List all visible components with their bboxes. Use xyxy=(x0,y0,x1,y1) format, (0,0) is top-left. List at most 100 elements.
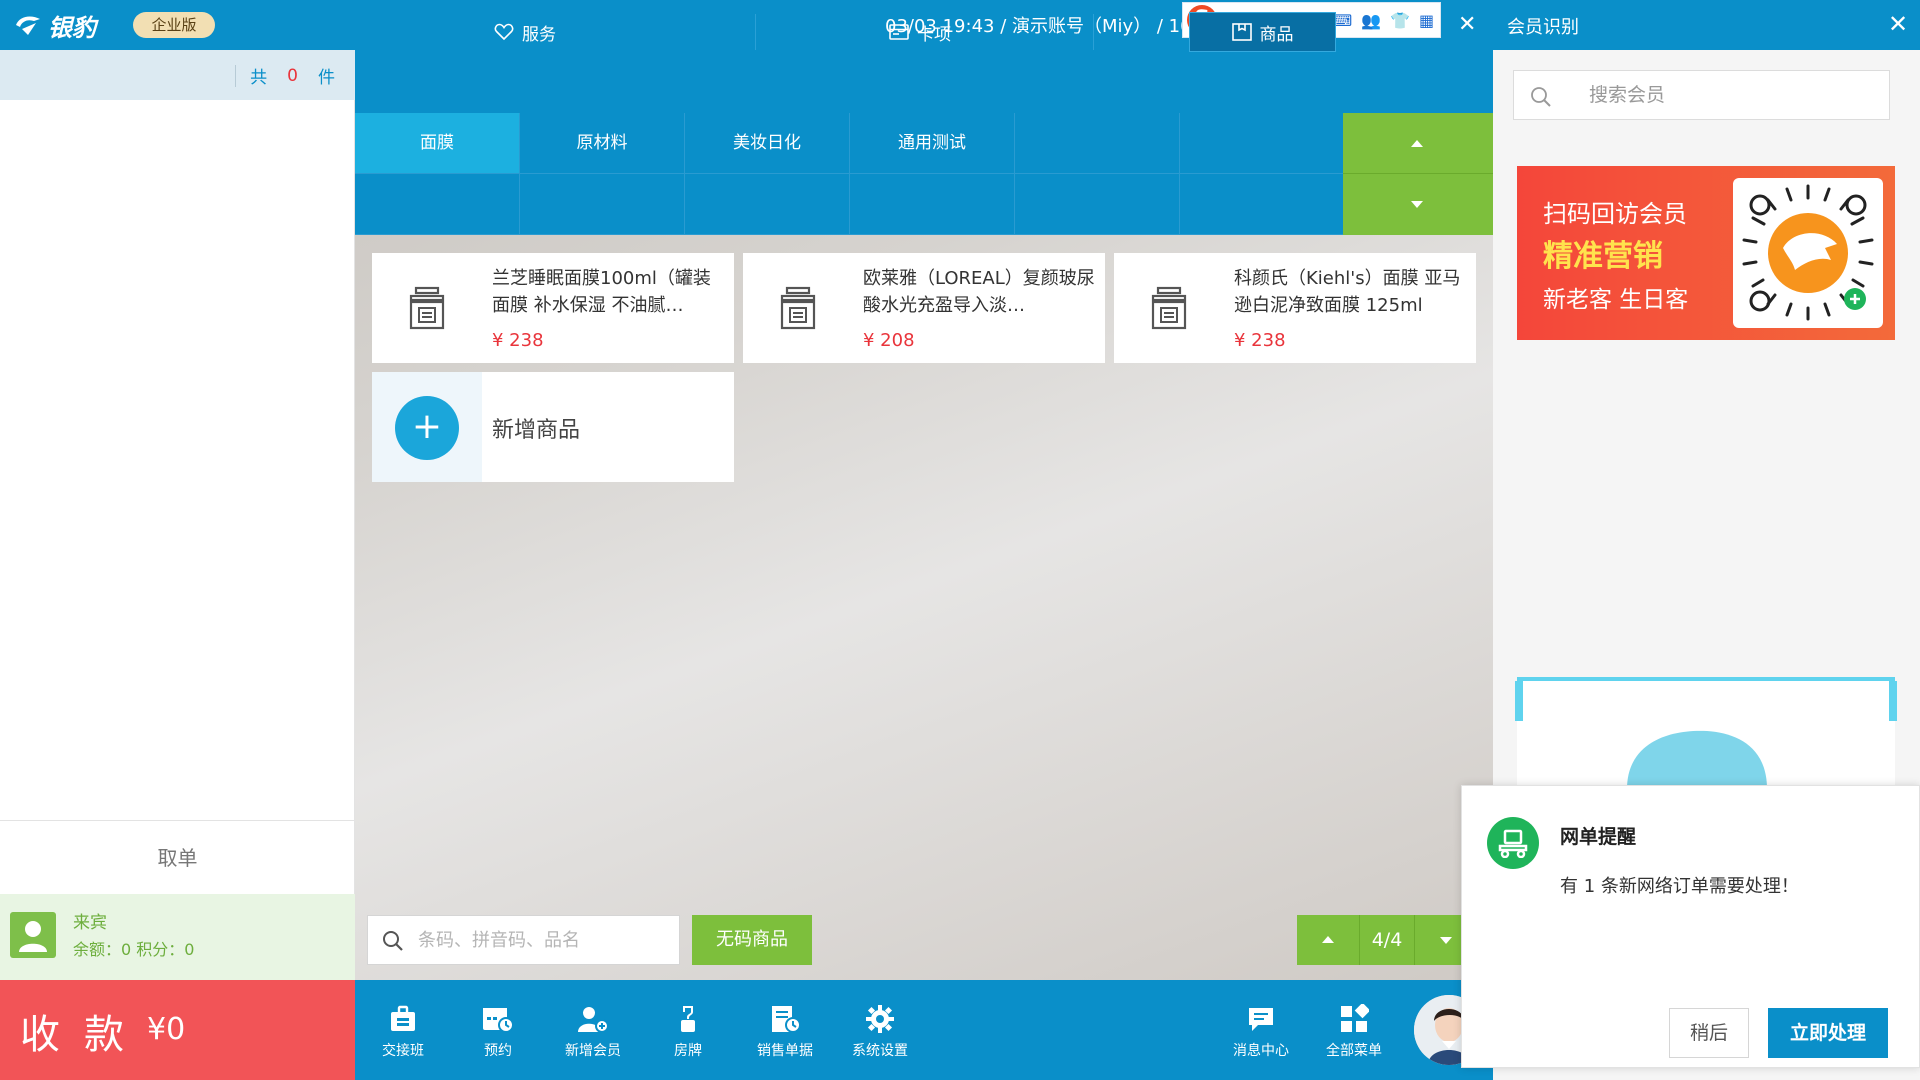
later-button[interactable]: 稍后 xyxy=(1669,1008,1749,1058)
category-scroll-down-button[interactable] xyxy=(1343,174,1493,235)
category-item[interactable] xyxy=(520,174,685,235)
member-search-input[interactable] xyxy=(1589,81,1879,109)
category-item[interactable] xyxy=(1015,113,1180,174)
marketing-banner[interactable]: 扫码回访会员 精准营销 新老客 生日客 xyxy=(1517,166,1895,340)
menu-shift[interactable]: 交接班 xyxy=(363,1000,443,1064)
cart-count: 共 0 件 xyxy=(235,63,335,88)
add-product-card[interactable]: + 新增商品 xyxy=(372,372,734,482)
handle-now-button[interactable]: 立即处理 xyxy=(1768,1008,1888,1058)
menu-message-center[interactable]: 消息中心 xyxy=(1221,1000,1301,1064)
online-order-notification: 网单提醒 有 1 条新网络订单需要处理！ 稍后 立即处理 xyxy=(1461,785,1920,1068)
cart-count-bar: 共 0 件 xyxy=(0,50,355,100)
category-item[interactable]: 原材料 xyxy=(520,113,685,174)
main-close-icon[interactable]: ✕ xyxy=(1458,12,1476,38)
page-indicator: 4/4 xyxy=(1359,915,1415,965)
product-search xyxy=(367,915,680,965)
tab-service-label: 服务 xyxy=(522,24,556,45)
ime-user-icon[interactable]: 👥 xyxy=(1361,11,1381,30)
page-prev-button[interactable] xyxy=(1297,915,1359,965)
product-price: ¥ 238 xyxy=(492,330,544,351)
tab-divider xyxy=(755,14,756,50)
count-prefix: 共 xyxy=(250,68,268,88)
menu-label: 销售单据 xyxy=(757,1043,813,1059)
checkout-amount: ¥0 xyxy=(147,1012,186,1047)
menu-label: 预约 xyxy=(484,1043,512,1059)
add-product-label: 新增商品 xyxy=(492,418,581,443)
category-item[interactable]: 美妆日化 xyxy=(685,113,850,174)
category-item[interactable] xyxy=(850,174,1015,235)
member-info[interactable]: 来宾 余额：0 积分：0 xyxy=(0,894,355,980)
notification-message: 有 1 条新网络订单需要处理！ xyxy=(1560,876,1799,897)
room-tag-icon xyxy=(681,1006,695,1032)
logo-mark-icon xyxy=(16,16,40,35)
category-item[interactable]: 通用测试 xyxy=(850,113,1015,174)
ime-skin-icon[interactable]: 👕 xyxy=(1390,11,1410,30)
product-name: 科颜氏（Kiehl's）面膜 亚马逊白泥净致面膜 125ml xyxy=(1234,268,1461,316)
heart-icon xyxy=(494,23,514,41)
no-code-product-button[interactable]: 无码商品 xyxy=(692,915,812,965)
category-item[interactable] xyxy=(685,174,850,235)
category-item[interactable] xyxy=(1015,174,1180,235)
tab-product-label: 商品 xyxy=(1259,24,1294,45)
product-name: 欧莱雅（LOREAL）复颜玻尿酸水光充盈导入淡… xyxy=(863,268,1095,316)
checkout-button[interactable]: 收款 ¥0 xyxy=(0,980,355,1080)
product-name: 兰芝睡眠面膜100ml（罐装面膜 补水保湿 不油腻… xyxy=(492,268,711,316)
type-tab-bar xyxy=(355,50,1493,113)
notification-title: 网单提醒 xyxy=(1560,826,1637,848)
ime-toolbox-icon[interactable]: ▦ xyxy=(1419,11,1434,30)
member-search xyxy=(1513,70,1890,120)
product-jar-icon xyxy=(743,253,853,363)
card-corner xyxy=(1515,681,1523,721)
grid-icon xyxy=(1341,1004,1369,1032)
search-icon xyxy=(383,931,403,951)
member-panel-title: 会员识别 xyxy=(1507,17,1579,38)
tab-card[interactable]: 卡项 xyxy=(780,12,1060,52)
category-scroll-up-button[interactable] xyxy=(1343,113,1493,174)
product-card[interactable]: 欧莱雅（LOREAL）复颜玻尿酸水光充盈导入淡… ¥ 208 xyxy=(743,253,1105,363)
banner-line-1: 扫码回访会员 xyxy=(1543,200,1687,228)
checkout-label: 收款 xyxy=(20,1012,148,1058)
menu-sales-receipts[interactable]: 销售单据 xyxy=(745,1000,825,1064)
product-price: ¥ 208 xyxy=(863,330,915,351)
member-name: 来宾 xyxy=(73,913,107,933)
card-corner xyxy=(1889,681,1897,721)
count-suffix: 件 xyxy=(318,68,335,88)
logo-text: 银豹 xyxy=(48,13,96,42)
take-order-button[interactable]: 取单 xyxy=(0,820,355,894)
menu-room-tag[interactable]: 房牌 xyxy=(648,1000,728,1064)
card-icon xyxy=(889,24,909,40)
product-card[interactable]: 兰芝睡眠面膜100ml（罐装面膜 补水保湿 不油腻… ¥ 238 xyxy=(372,253,734,363)
menu-booking[interactable]: 预约 xyxy=(458,1000,538,1064)
menu-label: 系统设置 xyxy=(852,1043,908,1059)
product-price: ¥ 238 xyxy=(1234,330,1286,351)
menu-label: 新增会员 xyxy=(565,1043,621,1059)
count-number: 0 xyxy=(287,65,298,86)
category-item[interactable] xyxy=(1180,113,1345,174)
tab-product[interactable]: 商品 xyxy=(1189,12,1336,52)
edition-badge: 企业版 xyxy=(133,12,215,38)
tab-service[interactable]: 服务 xyxy=(390,12,660,52)
menu-system-settings[interactable]: 系统设置 xyxy=(840,1000,920,1064)
menu-label: 房牌 xyxy=(674,1043,702,1059)
tab-divider xyxy=(1093,14,1094,50)
member-card-preview xyxy=(1515,677,1897,797)
menu-all[interactable]: 全部菜单 xyxy=(1314,1000,1394,1064)
menu-label: 交接班 xyxy=(382,1043,424,1059)
category-item[interactable] xyxy=(355,174,520,235)
tab-card-label: 卡项 xyxy=(917,24,951,45)
box-icon xyxy=(1231,23,1252,41)
banner-line-2: 精准营销 xyxy=(1543,239,1663,274)
guest-avatar-icon xyxy=(10,912,56,958)
banner-line-3: 新老客 生日客 xyxy=(1543,287,1689,313)
product-card[interactable]: 科颜氏（Kiehl's）面膜 亚马逊白泥净致面膜 125ml ¥ 238 xyxy=(1114,253,1476,363)
category-item[interactable] xyxy=(1180,174,1345,235)
category-item[interactable]: 面膜 xyxy=(355,113,520,174)
product-jar-icon xyxy=(1114,253,1224,363)
member-panel-close-icon[interactable]: ✕ xyxy=(1888,11,1908,37)
menu-add-member[interactable]: 新增会员 xyxy=(553,1000,633,1064)
product-search-input[interactable] xyxy=(418,925,668,955)
message-icon xyxy=(1249,1008,1273,1031)
receipt-icon xyxy=(772,1006,801,1033)
delivery-scooter-icon xyxy=(1487,817,1539,869)
member-balance: 余额：0 积分：0 xyxy=(73,940,195,959)
